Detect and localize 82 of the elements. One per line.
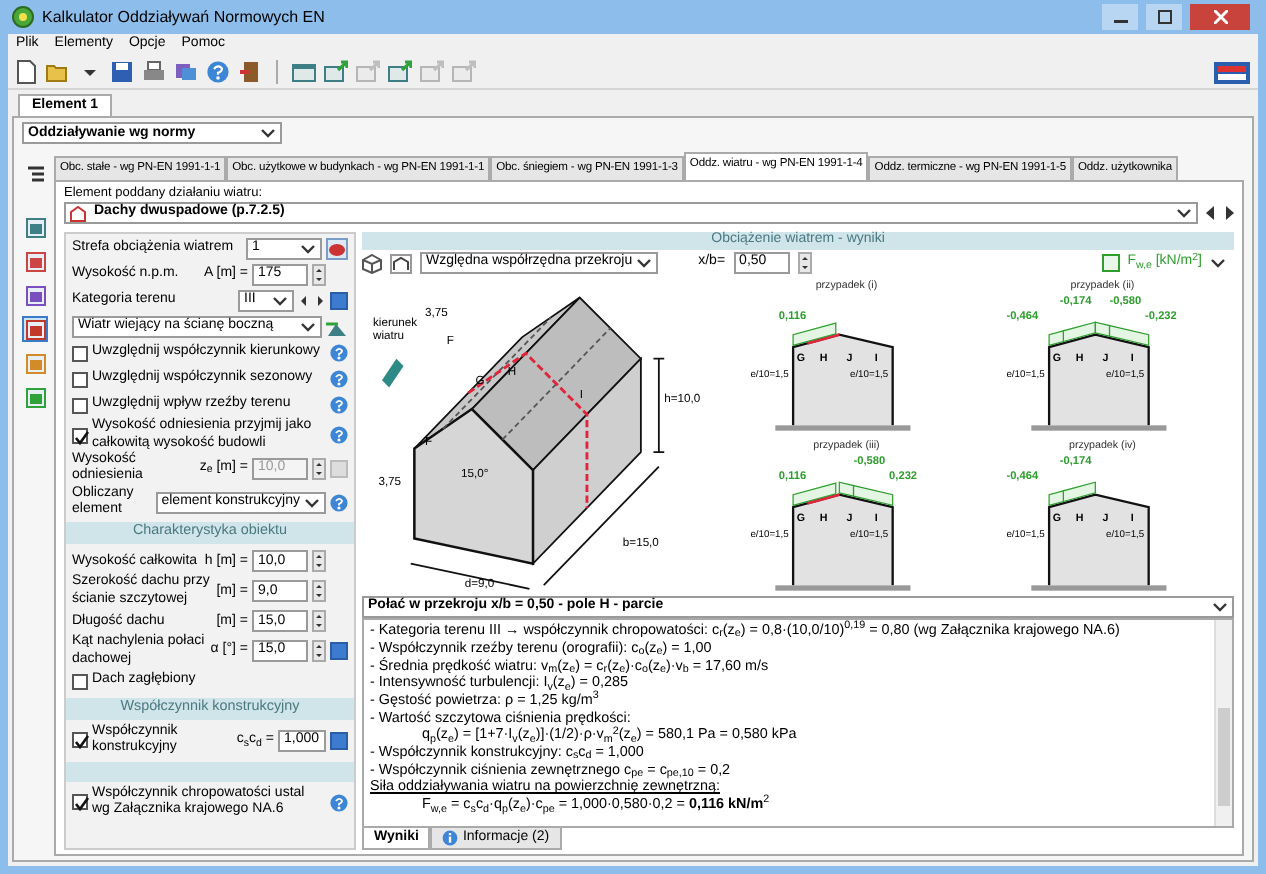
check-icon bbox=[74, 796, 90, 813]
roof-icon bbox=[70, 205, 86, 222]
dimension-line bbox=[542, 465, 660, 587]
building-wind-icon bbox=[326, 317, 348, 338]
caret-icon bbox=[1212, 600, 1228, 615]
help-icon[interactable] bbox=[330, 793, 348, 812]
wind-arrow-icon bbox=[382, 359, 404, 388]
load-legend-icon bbox=[1101, 254, 1120, 273]
checkbox[interactable] bbox=[72, 673, 88, 690]
list-icon bbox=[25, 163, 45, 184]
map-button[interactable] bbox=[326, 238, 348, 261]
checkbox[interactable] bbox=[72, 732, 88, 749]
ground-hatch bbox=[775, 425, 911, 431]
spin-button[interactable] bbox=[797, 252, 812, 275]
spin-button[interactable] bbox=[312, 264, 326, 287]
spin-button[interactable] bbox=[312, 640, 326, 663]
ground-hatch bbox=[775, 585, 911, 591]
checkbox[interactable] bbox=[72, 371, 88, 388]
maximize-button[interactable] bbox=[1146, 4, 1182, 30]
ground-hatch bbox=[1031, 585, 1167, 591]
check-icon bbox=[74, 429, 90, 446]
ground-hatch bbox=[1031, 425, 1167, 431]
dimension-line bbox=[409, 563, 531, 590]
previous-icon[interactable] bbox=[1206, 206, 1216, 221]
window-icon[interactable] bbox=[292, 60, 316, 84]
help-icon[interactable] bbox=[330, 426, 348, 445]
scrollbar-thumb[interactable] bbox=[1218, 708, 1230, 806]
window-title: Kalkulator Oddziaływań Normowych EN bbox=[42, 7, 327, 27]
side-tool-button[interactable] bbox=[22, 316, 48, 343]
check-icon bbox=[74, 734, 90, 751]
app-logo-icon bbox=[12, 6, 34, 28]
spin-button[interactable] bbox=[312, 550, 326, 573]
selected-zone-line bbox=[806, 333, 840, 345]
caret-icon bbox=[636, 256, 653, 271]
panel-icon bbox=[25, 387, 45, 408]
printer-icon[interactable] bbox=[142, 60, 166, 84]
maximize-icon bbox=[1157, 10, 1171, 24]
close-button[interactable] bbox=[1190, 4, 1250, 30]
panel-icon bbox=[25, 285, 45, 306]
more-button[interactable] bbox=[330, 731, 348, 750]
panel-icon bbox=[25, 353, 45, 374]
panel-icon bbox=[25, 251, 45, 272]
spin-button[interactable] bbox=[312, 610, 326, 633]
section-view-icon[interactable] bbox=[390, 253, 412, 274]
more-button[interactable] bbox=[330, 642, 348, 661]
spin-button[interactable] bbox=[312, 580, 326, 603]
caret-icon bbox=[304, 495, 320, 510]
scrollbar[interactable] bbox=[1214, 620, 1232, 826]
next-icon[interactable] bbox=[1224, 206, 1234, 221]
caret-icon[interactable] bbox=[1210, 256, 1226, 271]
save-icon[interactable] bbox=[110, 60, 134, 84]
windows-icon[interactable] bbox=[174, 60, 198, 84]
help-icon[interactable] bbox=[330, 396, 348, 415]
checkbox[interactable] bbox=[72, 794, 88, 811]
close-icon bbox=[1213, 10, 1227, 24]
panel-icon bbox=[25, 319, 45, 340]
next-icon[interactable] bbox=[314, 292, 326, 311]
checkbox[interactable] bbox=[72, 427, 88, 444]
spin-button[interactable] bbox=[312, 457, 326, 480]
cube-view-icon[interactable] bbox=[362, 253, 382, 274]
load-block bbox=[792, 322, 837, 347]
selected-zone-line bbox=[806, 493, 840, 505]
caret-icon bbox=[1176, 206, 1192, 221]
new-file-icon[interactable] bbox=[14, 60, 38, 84]
previous-icon[interactable] bbox=[298, 292, 310, 311]
checkbox[interactable] bbox=[72, 345, 88, 362]
panel-icon bbox=[25, 217, 45, 238]
brand-logo-icon bbox=[1214, 61, 1250, 83]
dimension-line bbox=[652, 358, 666, 454]
caret-icon bbox=[300, 242, 316, 257]
info-icon bbox=[442, 830, 459, 846]
help-icon[interactable] bbox=[330, 370, 348, 389]
folder-icon[interactable] bbox=[46, 60, 70, 84]
side-tool-button[interactable] bbox=[22, 282, 48, 309]
door-icon[interactable] bbox=[238, 60, 262, 84]
checkbox[interactable] bbox=[72, 397, 88, 414]
caret-icon bbox=[260, 126, 276, 141]
help-icon[interactable] bbox=[330, 344, 348, 363]
minimize-button[interactable] bbox=[1102, 4, 1138, 30]
help-icon[interactable] bbox=[206, 60, 230, 84]
more-button[interactable] bbox=[330, 292, 348, 311]
help-icon[interactable] bbox=[330, 493, 348, 512]
